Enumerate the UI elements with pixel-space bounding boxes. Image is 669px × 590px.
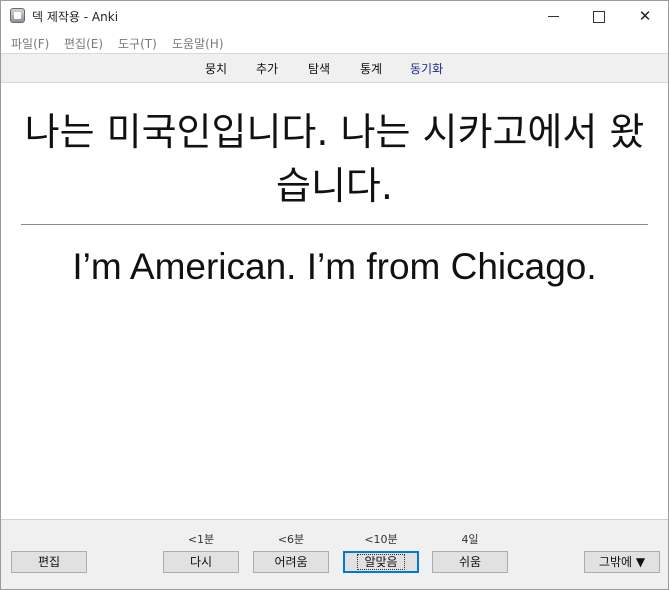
easy-button[interactable]: 쉬움	[432, 551, 508, 573]
edit-button[interactable]: 편집	[11, 551, 87, 573]
close-button[interactable]: ✕	[622, 1, 668, 31]
toolbar-sync[interactable]: 동기화	[410, 60, 443, 77]
card-front-text: 나는 미국인입니다. 나는 시카고에서 왔습니다.	[24, 110, 645, 208]
minimize-icon	[547, 16, 559, 17]
maximize-button[interactable]	[576, 1, 622, 31]
answer-bar: <1분 <6분 <10분 4일 편집 다시 어려움 알맞음 쉬움 그밖에 ▼	[1, 519, 668, 589]
menu-edit[interactable]: 편집(E)	[64, 35, 103, 52]
hard-button[interactable]: 어려움	[253, 551, 329, 573]
interval-good: <10분	[364, 533, 398, 546]
menu-help[interactable]: 도움말(H)	[172, 35, 224, 52]
main-toolbar: 뭉치 추가 탐색 통계 동기화	[1, 53, 668, 83]
interval-hard: <6분	[277, 533, 305, 546]
toolbar-stats[interactable]: 통계	[360, 60, 382, 77]
title-bar[interactable]: 덱 제작용 - Anki ✕	[1, 1, 668, 31]
more-button[interactable]: 그밖에 ▼	[584, 551, 660, 573]
interval-again: <1분	[187, 533, 215, 546]
more-button-label: 그밖에 ▼	[598, 555, 646, 569]
toolbar-add[interactable]: 추가	[256, 60, 278, 77]
menu-tools[interactable]: 도구(T)	[118, 35, 157, 52]
toolbar-decks[interactable]: 뭉치	[205, 60, 227, 77]
minimize-button[interactable]	[530, 1, 576, 31]
good-button-label: 알맞음	[357, 554, 405, 570]
menu-file[interactable]: 파일(F)	[11, 35, 49, 52]
maximize-icon	[593, 10, 605, 23]
edit-button-label: 편집	[37, 555, 61, 569]
window-title: 덱 제작용 - Anki	[32, 10, 119, 24]
anki-app-icon	[10, 8, 25, 23]
easy-button-label: 쉬움	[458, 555, 482, 569]
answer-divider	[21, 224, 648, 225]
interval-easy: 4일	[461, 533, 479, 546]
close-icon: ✕	[638, 7, 652, 25]
card-view: 나는 미국인입니다. 나는 시카고에서 왔습니다. I’m American. …	[1, 83, 668, 519]
good-button[interactable]: 알맞음	[343, 551, 419, 573]
again-button[interactable]: 다시	[163, 551, 239, 573]
anki-window: 덱 제작용 - Anki ✕ 파일(F) 편집(E) 도구(T) 도움말(H) …	[0, 0, 669, 590]
toolbar-browse[interactable]: 탐색	[308, 60, 330, 77]
again-button-label: 다시	[189, 555, 213, 569]
card-back-text: I’m American. I’m from Chicago.	[72, 246, 597, 287]
menu-bar: 파일(F) 편집(E) 도구(T) 도움말(H)	[1, 32, 668, 52]
hard-button-label: 어려움	[274, 555, 308, 569]
